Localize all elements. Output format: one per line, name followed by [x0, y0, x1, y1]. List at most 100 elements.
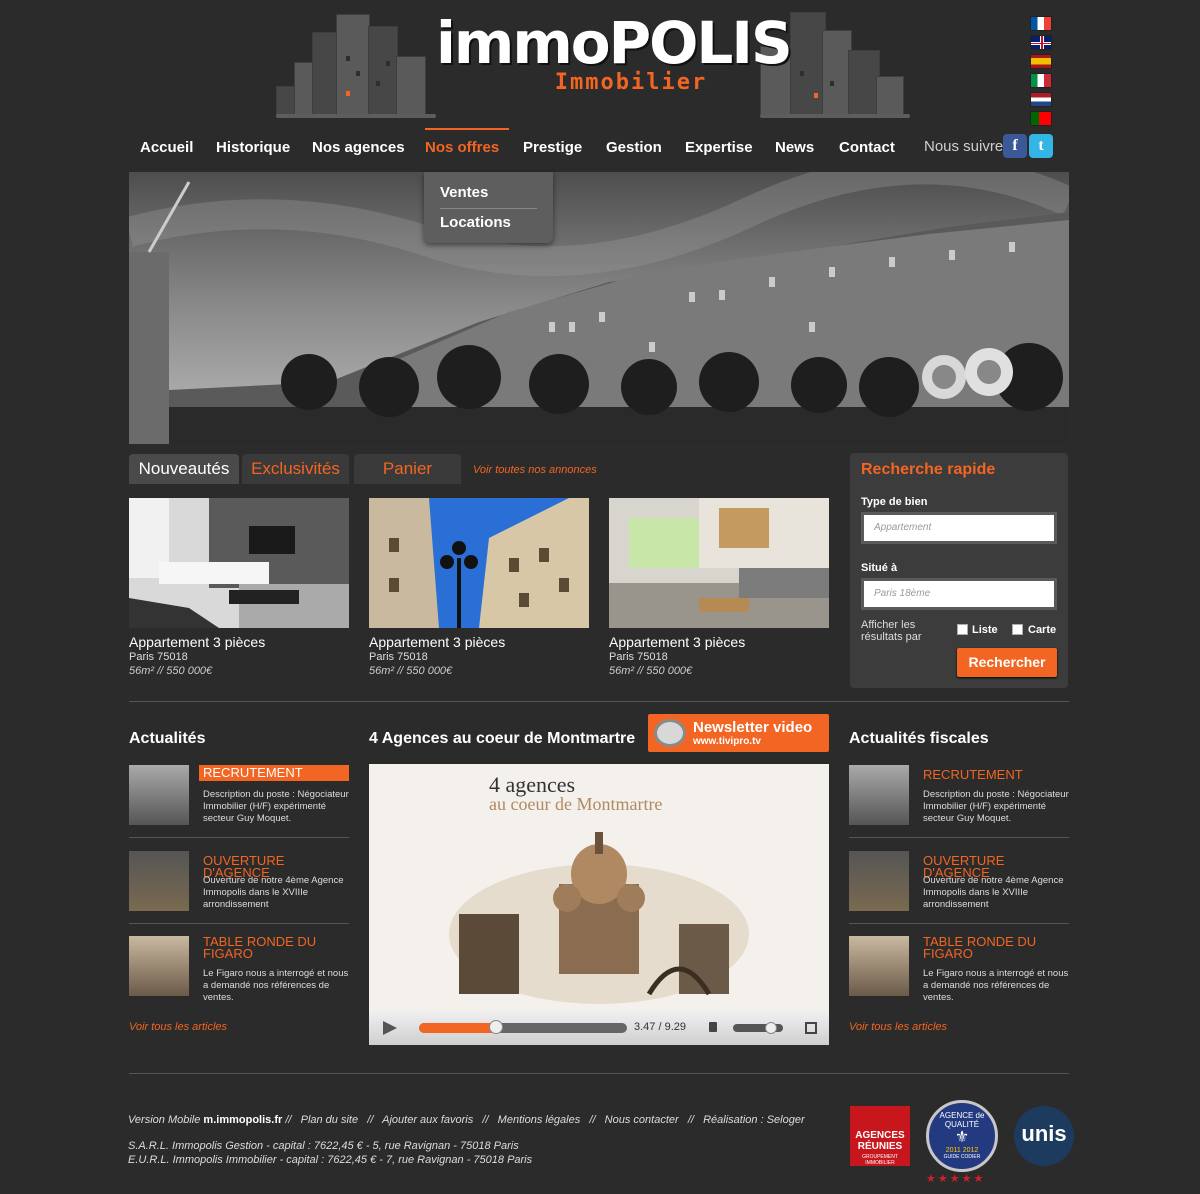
listing-title: Appartement 3 pièces — [369, 634, 506, 650]
video-controls: 3.47 / 9.29 — [369, 1011, 829, 1045]
news-item-desc: Description du poste : Négociateur Immob… — [923, 789, 1069, 824]
news-thumbnail — [129, 936, 189, 996]
play-icon[interactable] — [383, 1021, 397, 1035]
tab-nouveautes[interactable]: Nouveautés — [129, 454, 239, 484]
news-item[interactable]: TABLE RONDE DU FIGARO Le Figaro nous a i… — [849, 935, 1069, 1003]
tab-panier[interactable]: Panier — [354, 454, 461, 484]
listing-card[interactable]: Appartement 3 pièces Paris 75018 56m² //… — [369, 498, 589, 677]
news-item[interactable]: TABLE RONDE DU FIGARO Le Figaro nous a i… — [129, 935, 349, 1003]
news-title: Actualités — [129, 730, 206, 747]
fiscal-see-all-link[interactable]: Voir tous les articles — [849, 1021, 947, 1033]
dropdown-ventes[interactable]: Ventes — [440, 184, 488, 201]
listing-details: 56m² // 550 000€ — [609, 665, 693, 677]
language-switcher — [1030, 16, 1052, 130]
agence-qualite-badge[interactable]: AGENCE de QUALITÉ ⚜ 2011 2012 GUIDE CODI… — [926, 1100, 998, 1172]
list-checkbox[interactable] — [957, 624, 968, 635]
fleur-de-lis-icon: ⚜ — [954, 1129, 970, 1146]
unis-badge[interactable]: unis — [1014, 1106, 1074, 1166]
es-flag-icon[interactable] — [1030, 54, 1052, 69]
news-thumbnail — [129, 765, 189, 825]
news-thumbnail — [129, 851, 189, 911]
nav-expertise[interactable]: Expertise — [685, 128, 753, 166]
nl-flag-icon[interactable] — [1030, 92, 1052, 107]
nav-nos-offres[interactable]: Nos offres — [425, 128, 510, 166]
badge-years: 2011 2012 — [945, 1147, 979, 1154]
news-item[interactable]: RECRUTEMENT Description du poste : Négoc… — [849, 765, 1069, 838]
news-item-desc: Le Figaro nous a interrogé et nous a dem… — [923, 968, 1069, 1003]
skyline-left — [276, 6, 436, 118]
property-type-label: Type de bien — [861, 496, 928, 508]
site-logo[interactable]: immoPOLIS Immobilier — [436, 9, 793, 95]
listing-city: Paris 75018 — [129, 651, 188, 663]
listing-details: 56m² // 550 000€ — [129, 665, 213, 677]
nos-offres-dropdown: Ventes Locations — [424, 172, 553, 243]
news-item-desc: Description du poste : Négociateur Immob… — [203, 789, 349, 824]
newsletter-url: www.tivipro.tv — [693, 736, 761, 747]
video-player[interactable]: 4 agences au coeur de Montmartre 3.47 / … — [369, 764, 829, 1045]
video-progress-handle[interactable] — [488, 1020, 503, 1034]
volume-handle[interactable] — [764, 1022, 777, 1034]
search-button[interactable]: Rechercher — [957, 648, 1057, 677]
news-thumbnail — [849, 936, 909, 996]
nav-historique[interactable]: Historique — [216, 128, 290, 166]
fr-flag-icon[interactable] — [1030, 16, 1052, 31]
see-all-listings-link[interactable]: Voir toutes nos annonces — [473, 464, 597, 476]
newsletter-video-banner[interactable]: Newsletter video www.tivipro.tv — [648, 714, 829, 752]
nav-news[interactable]: News — [775, 128, 814, 166]
fullscreen-icon[interactable] — [805, 1022, 817, 1034]
divider — [129, 923, 349, 924]
rating-stars: ★★★★★ — [926, 1173, 986, 1185]
legal-line-2: E.U.R.L. Immopolis Immobilier - capital … — [128, 1154, 533, 1166]
logo-wordmark: immoPOLIS — [436, 9, 793, 77]
news-item-title[interactable]: RECRUTEMENT — [923, 768, 1069, 781]
listing-photo — [129, 498, 349, 628]
listing-card[interactable]: Appartement 3 pièces Paris 75018 56m² //… — [129, 498, 349, 677]
uk-flag-icon[interactable] — [1030, 35, 1052, 50]
video-progress-track[interactable] — [419, 1023, 627, 1033]
mobile-url-link[interactable]: m.immopolis.fr — [203, 1114, 282, 1126]
news-item-title[interactable]: TABLE RONDE DU FIGARO — [923, 935, 1069, 960]
news-item-title[interactable]: TABLE RONDE DU FIGARO — [203, 935, 349, 960]
pt-flag-icon[interactable] — [1030, 111, 1052, 126]
news-item[interactable]: RECRUTEMENT Description du poste : Négoc… — [129, 765, 349, 838]
nav-accueil[interactable]: Accueil — [140, 128, 193, 166]
news-see-all-link[interactable]: Voir tous les articles — [129, 1021, 227, 1033]
nav-contact[interactable]: Contact — [839, 128, 895, 166]
fiscal-news-title: Actualités fiscales — [849, 730, 989, 747]
listing-photo — [609, 498, 829, 628]
agences-reunies-badge[interactable]: AGENCES RÉUNIES GROUPEMENT IMMOBILIER — [850, 1106, 910, 1166]
divider — [129, 701, 1069, 702]
hero-image — [129, 172, 1069, 444]
news-item[interactable]: OUVERTURE D'AGENCE Ouverture de notre 4è… — [129, 851, 349, 924]
location-input[interactable]: Paris 18ème — [861, 578, 1057, 610]
video-time: 3.47 / 9.29 — [634, 1021, 686, 1033]
newsletter-label: Newsletter video — [693, 719, 813, 736]
nav-gestion[interactable]: Gestion — [606, 128, 662, 166]
footer-nav-links[interactable]: // Plan du site // Ajouter aux favoris /… — [285, 1114, 804, 1126]
volume-icon[interactable] — [709, 1022, 717, 1032]
nav-nos-agences[interactable]: Nos agences — [312, 128, 405, 166]
nav-prestige[interactable]: Prestige — [523, 128, 582, 166]
mobile-version-label: Version Mobile — [128, 1114, 201, 1126]
map-checkbox[interactable] — [1012, 624, 1023, 635]
listing-city: Paris 75018 — [369, 651, 428, 663]
display-results-label: Afficher les résultats par — [861, 619, 922, 643]
tab-exclusivites[interactable]: Exclusivités — [242, 454, 349, 484]
video-section-title: 4 Agences au coeur de Montmartre — [369, 730, 636, 747]
news-item-title[interactable]: RECRUTEMENT — [199, 765, 349, 781]
twitter-icon[interactable]: t — [1029, 134, 1053, 158]
facebook-icon[interactable]: f — [1003, 134, 1027, 158]
film-reel-icon — [654, 719, 686, 747]
news-item[interactable]: OUVERTURE D'AGENCE Ouverture de notre 4è… — [849, 851, 1069, 924]
video-progress-fill — [419, 1023, 496, 1033]
map-option-label: Carte — [1028, 624, 1057, 636]
sacre-coeur-illustration — [449, 832, 749, 1004]
badge-subtext: GUIDE CODIER — [943, 1154, 981, 1160]
badge-text: AGENCES RÉUNIES — [855, 1130, 905, 1152]
listing-photo — [369, 498, 589, 628]
it-flag-icon[interactable] — [1030, 73, 1052, 88]
property-type-input[interactable]: Appartement — [861, 512, 1057, 544]
listing-title: Appartement 3 pièces — [129, 634, 266, 650]
dropdown-locations[interactable]: Locations — [440, 214, 511, 231]
listing-card[interactable]: Appartement 3 pièces Paris 75018 56m² //… — [609, 498, 829, 677]
